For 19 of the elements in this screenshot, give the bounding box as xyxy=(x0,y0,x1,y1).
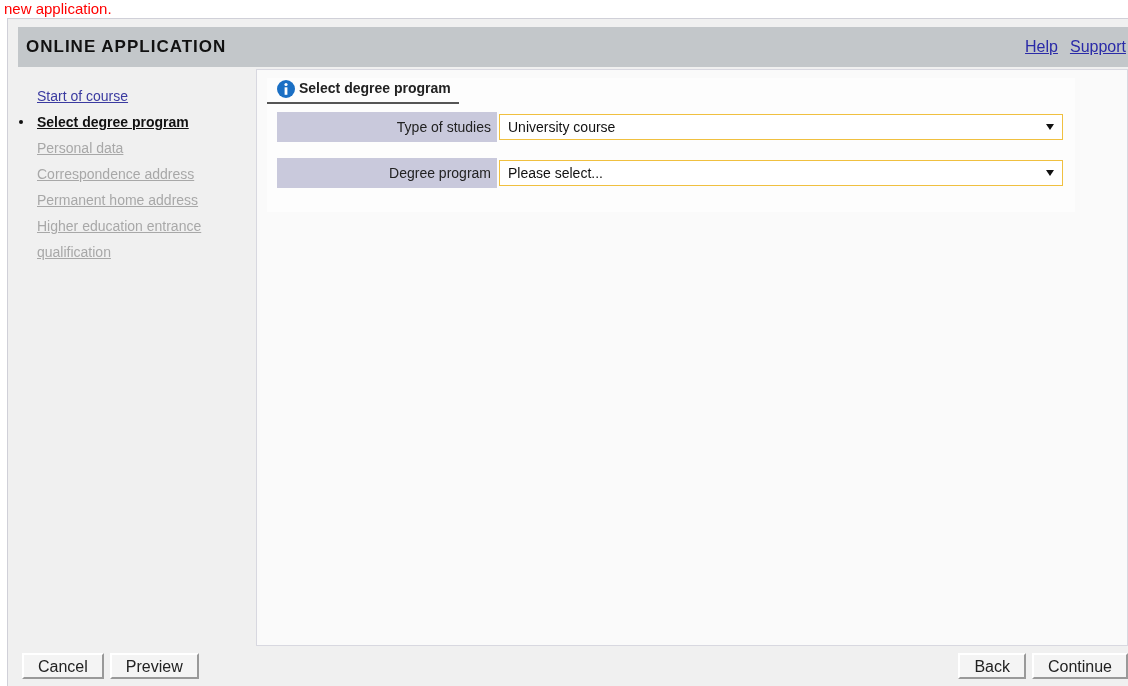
header-link[interactable]: Help xyxy=(1025,35,1058,59)
field-label: Degree program xyxy=(277,158,497,188)
app-title: ONLINE APPLICATION xyxy=(26,36,227,59)
header-link[interactable]: Support xyxy=(1069,35,1126,59)
select-field[interactable]: University course xyxy=(499,114,1063,140)
action-button[interactable]: Preview xyxy=(109,653,199,679)
page-caption: new application. xyxy=(4,0,113,18)
step-link[interactable]: Start of course xyxy=(37,83,212,109)
action-button[interactable]: Cancel xyxy=(22,653,104,679)
field-label: Type of studies xyxy=(277,112,497,142)
select-field[interactable]: Please select... xyxy=(499,160,1063,186)
dropdown-arrow-icon xyxy=(1046,170,1054,176)
info-icon xyxy=(277,79,295,98)
step-link[interactable]: Select degree program xyxy=(37,109,212,135)
dropdown-arrow-icon xyxy=(1046,124,1054,130)
action-button[interactable]: Continue xyxy=(1031,653,1128,679)
section-title: Select degree program xyxy=(299,79,451,98)
bullet-icon xyxy=(19,120,23,124)
action-button[interactable]: Back xyxy=(958,653,1026,679)
